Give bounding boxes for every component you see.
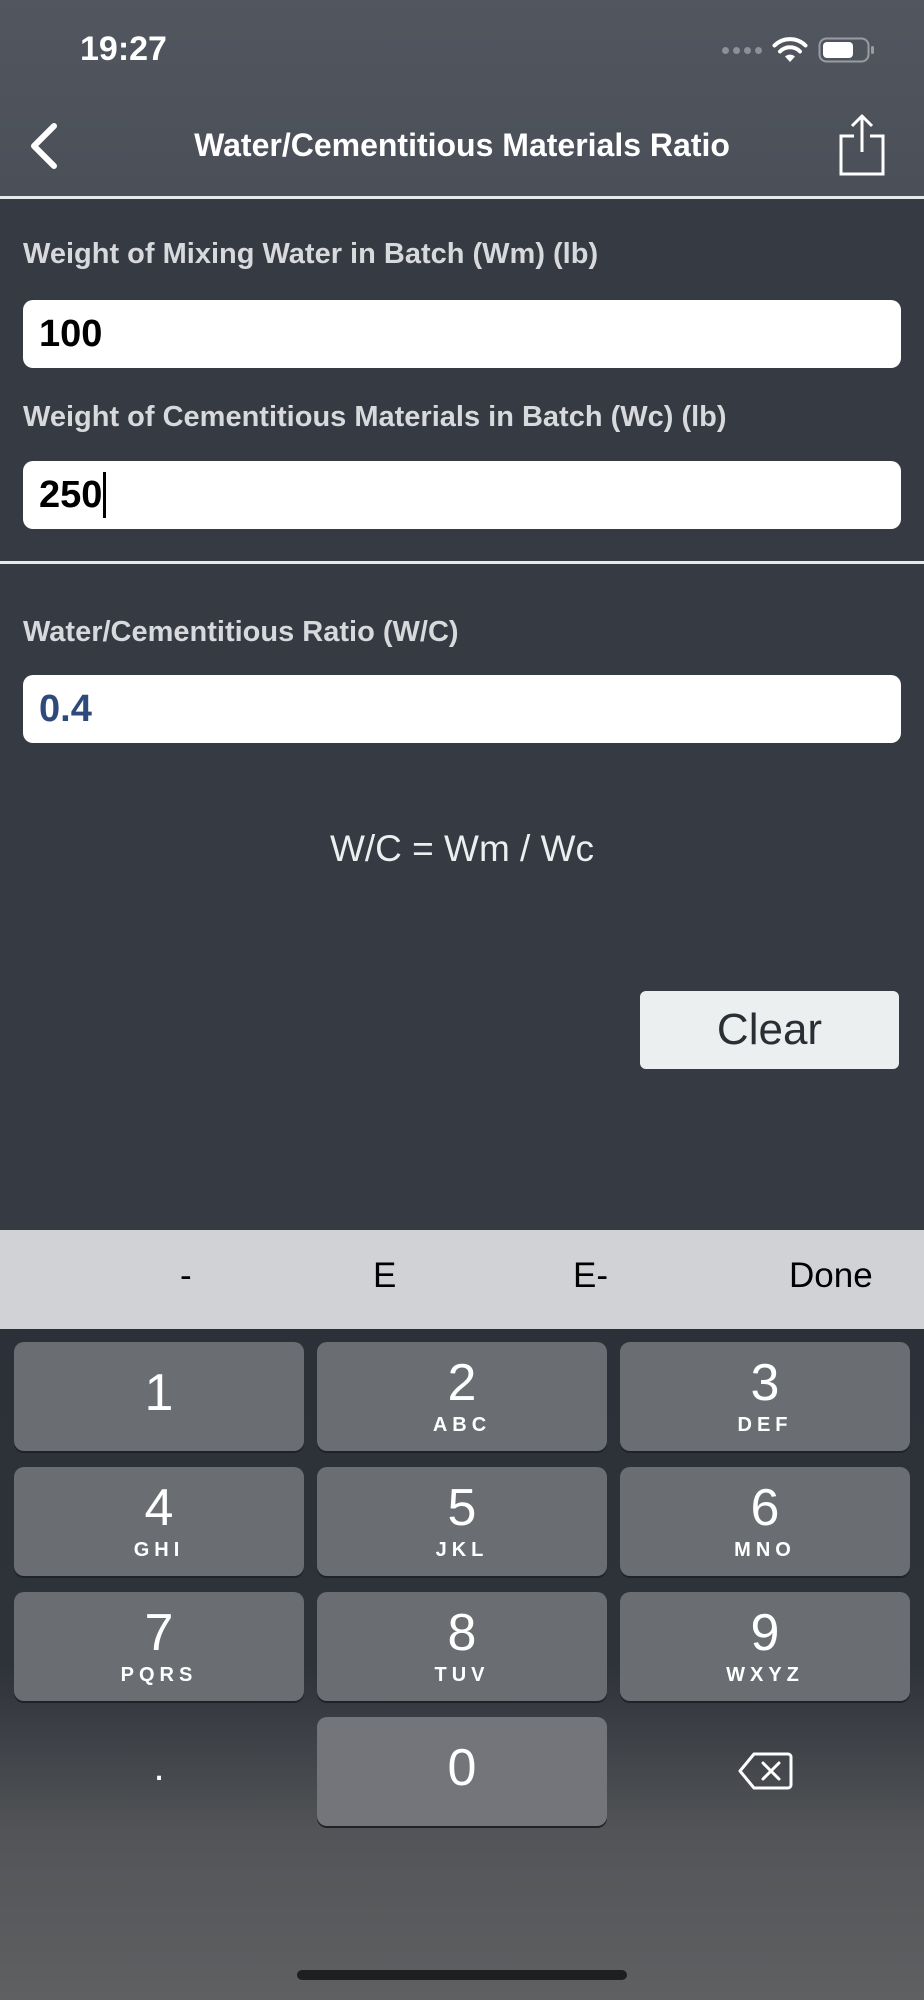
header-divider [0,196,924,199]
header: 19:27 Water/Cementitious Materials Ratio [0,0,924,197]
key-letters: GHI [133,1539,185,1561]
section-divider [0,561,924,564]
decimal-glyph: . [153,1745,165,1789]
key-2[interactable]: 2 ABC [317,1342,607,1451]
negative-exponent-button[interactable]: E- [573,1256,608,1296]
numeric-keypad: 1 2 ABC 3 DEF 4 GHI 5 JKL 6 MNO 7 PQRS 8… [0,1329,924,2000]
key-digit: 6 [750,1479,780,1537]
key-digit: 0 [447,1739,477,1797]
wm-input[interactable]: 100 [23,300,901,368]
page-title: Water/Cementitious Materials Ratio [194,127,730,163]
key-9[interactable]: 9 WXYZ [620,1592,910,1701]
key-letters: ABC [432,1414,492,1436]
wm-label: Weight of Mixing Water in Batch (Wm) (lb… [23,238,599,270]
key-letters: PQRS [120,1664,198,1686]
share-button[interactable] [838,112,886,178]
done-button[interactable]: Done [789,1256,873,1296]
key-6[interactable]: 6 MNO [620,1467,910,1576]
key-decimal[interactable]: . [14,1717,304,1826]
text-cursor [103,472,107,518]
key-4[interactable]: 4 GHI [14,1467,304,1576]
share-icon [839,114,885,176]
key-digit: 5 [447,1479,477,1537]
wifi-icon [772,37,808,62]
key-digit: 3 [750,1354,780,1412]
key-digit: 2 [447,1354,477,1412]
home-indicator[interactable] [297,1970,627,1980]
key-digit: 4 [144,1479,174,1537]
battery-icon [818,37,874,63]
wc-value: 250 [39,473,103,516]
key-letters: MNO [734,1539,796,1561]
result-value: 0.4 [39,687,92,730]
key-digit: 9 [750,1604,780,1662]
key-digit: 8 [447,1604,477,1662]
backspace-icon [738,1752,793,1790]
key-backspace[interactable] [620,1717,910,1826]
key-digit: 7 [144,1604,174,1662]
result-field: 0.4 [23,675,901,743]
key-letters: TUV [434,1664,490,1686]
key-1[interactable]: 1 [14,1342,304,1451]
wc-label: Weight of Cementitious Materials in Batc… [23,401,727,433]
clear-button[interactable]: Clear [640,991,899,1069]
result-label: Water/Cementitious Ratio (W/C) [23,616,459,648]
keyboard-toolbar: - E E- Done [0,1230,924,1329]
key-5[interactable]: 5 JKL [317,1467,607,1576]
key-3[interactable]: 3 DEF [620,1342,910,1451]
key-letters: DEF [737,1414,793,1436]
key-letters: JKL [435,1539,489,1561]
key-8[interactable]: 8 TUV [317,1592,607,1701]
key-letters: WXYZ [726,1664,804,1686]
key-7[interactable]: 7 PQRS [14,1592,304,1701]
wm-value: 100 [39,312,103,355]
minus-button[interactable]: - [180,1256,192,1296]
exponent-button[interactable]: E [373,1256,396,1296]
status-time: 19:27 [80,30,167,68]
key-0[interactable]: 0 [317,1717,607,1826]
wc-input[interactable]: 250 [23,461,901,529]
status-indicators [722,34,876,66]
signal-icon [722,46,762,54]
formula-text: W/C = Wm / Wc [329,828,595,869]
key-digit: 1 [144,1364,174,1422]
